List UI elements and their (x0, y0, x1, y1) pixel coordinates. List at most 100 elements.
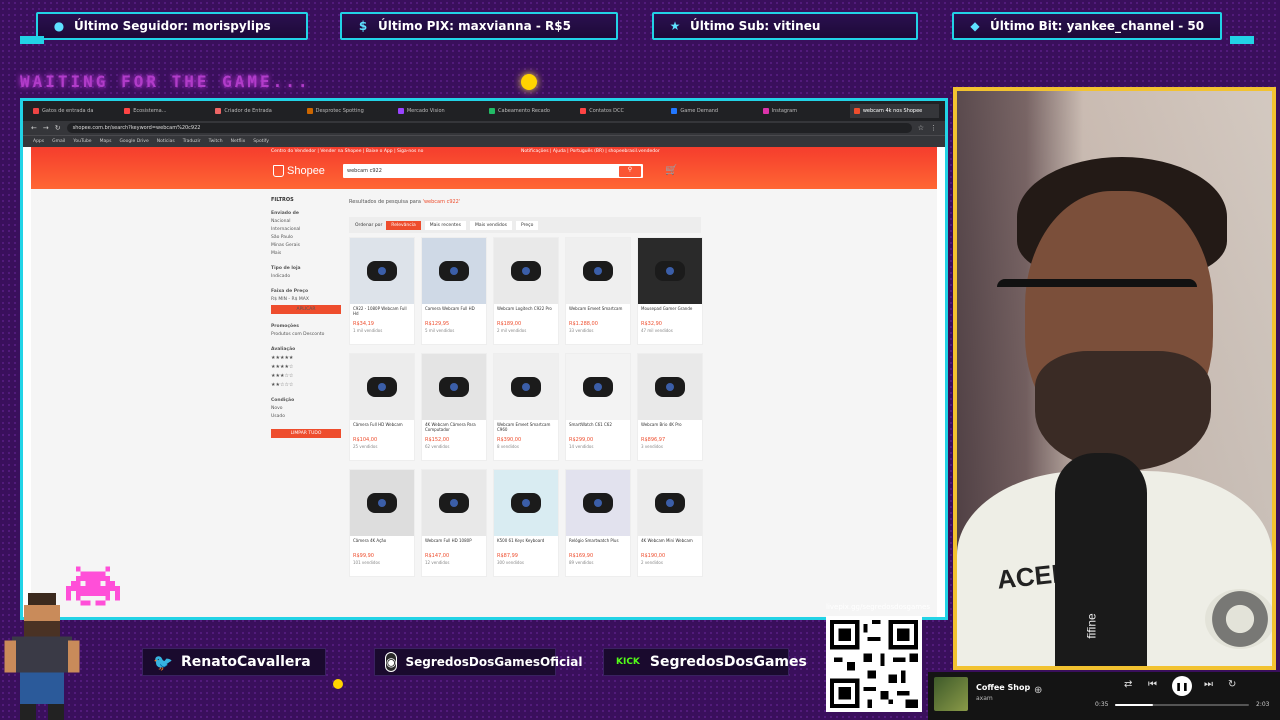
product-card[interactable]: Camera Webcam Full HD R$129,95 5 mil vendi… (421, 237, 487, 345)
filter-option[interactable]: Novo (271, 406, 341, 411)
filter-option[interactable]: Produtos com Desconto (271, 332, 341, 337)
bookmark[interactable]: Spotify (253, 139, 269, 144)
browser-tab[interactable]: Contatos DCC (576, 104, 665, 118)
bookmark[interactable]: Traduzir (183, 139, 201, 144)
header-right-links[interactable]: Notificações | Ajuda | Português (BR) | … (521, 149, 660, 154)
product-card[interactable]: Relógio Smartwatch Plus R$169,90 89 vendid… (565, 469, 631, 577)
sort-option[interactable]: Relevância (386, 220, 421, 230)
browser-tab-active[interactable]: webcam 4k nos Shopee (849, 104, 940, 118)
product-image (566, 238, 630, 304)
clear-all-button[interactable]: LIMPAR TUDO (271, 429, 341, 438)
browser-tab[interactable]: Instagram (759, 104, 848, 118)
product-card[interactable]: C922 - 1080P Webcam Full Hd R$34,19 1 mil … (349, 237, 415, 345)
product-sold: 2 mil vendidos (497, 328, 527, 333)
product-card[interactable]: K500 61 Keys Keyboard R$87,99 300 vendidos (493, 469, 559, 577)
filter-option[interactable]: Minas Gerais (271, 243, 341, 248)
menu-icon[interactable]: ⋮ (930, 124, 937, 132)
filter-option[interactable]: São Paulo (271, 235, 341, 240)
browser-tab[interactable]: Mercado Vision (394, 104, 483, 118)
browser-tab[interactable]: Cabeamento Recado (485, 104, 574, 118)
product-card[interactable]: Mousepad Gamer Grande R$32,90 47 mil vendi… (637, 237, 703, 345)
product-image (638, 470, 702, 536)
rating-stars[interactable]: ★★★★☆ (271, 364, 341, 370)
search-box: webcam c922 ⚲ (343, 164, 643, 178)
filter-option[interactable]: Indicado (271, 274, 341, 279)
sort-bar: Ordenar por Relevância Mais recentes Mai… (349, 217, 701, 233)
results-heading: Resultados de pesquisa para 'webcam c922… (349, 199, 461, 205)
search-button[interactable]: ⚲ (619, 165, 641, 177)
repeat-icon[interactable]: ↻ (1228, 679, 1236, 690)
filter-option[interactable]: Nacional (271, 219, 341, 224)
browser-tab[interactable]: Criador de Entrada (211, 104, 300, 118)
back-icon[interactable]: ← (31, 124, 37, 132)
filter-option[interactable]: Internacional (271, 227, 341, 232)
sort-option[interactable]: Preço (515, 220, 539, 230)
filter-option[interactable]: Mais (271, 251, 341, 256)
apply-button[interactable]: APLICAR (271, 305, 341, 314)
product-sold: 1 mil vendidos (353, 328, 383, 333)
product-name: Mousepad Gamer Grande (641, 306, 693, 311)
progress-bar[interactable] (1115, 704, 1249, 706)
browser-tab[interactable]: Ecosistema... (120, 104, 209, 118)
browser-tab[interactable]: Gatos de entrada da (29, 104, 118, 118)
bookmark[interactable]: Google Drive (119, 139, 148, 144)
product-card[interactable]: SmartWatch C61 C62 R$299,00 14 vendidos (565, 353, 631, 461)
add-icon[interactable]: ⊕ (1034, 685, 1042, 696)
webcam-icon (511, 261, 541, 281)
twitter-handle[interactable]: 🐦 RenatoCavallera (142, 648, 326, 676)
cart-icon[interactable]: 🛒 (665, 165, 677, 176)
search-input[interactable]: webcam c922 (343, 168, 619, 174)
shuffle-icon[interactable]: ⇄ (1124, 679, 1132, 690)
product-name: Webcam Emeet Smartcam C960 (497, 422, 551, 432)
product-name: Webcam Logitech C922 Pro (497, 306, 552, 311)
filter-option[interactable]: Usado (271, 414, 341, 419)
next-icon[interactable]: ⏭ (1204, 679, 1213, 690)
filter-group: Faixa de Preço R$ MIN - R$ MAX APLICAR (271, 289, 341, 314)
favicon-icon (489, 108, 496, 114)
url-input[interactable]: shopee.com.br/search?keyword=webcam%20c9… (66, 123, 912, 133)
header-links[interactable]: Centro do Vendedor | Vender na Shopee | … (271, 149, 423, 154)
bookmark[interactable]: Apps (33, 139, 44, 144)
bookmark[interactable]: Netflix (231, 139, 246, 144)
filter-group: Enviado de Nacional Internacional São Pa… (271, 211, 341, 256)
product-card[interactable]: Câmera 4K Ação R$99,90 101 vendidos (349, 469, 415, 577)
product-card[interactable]: Webcam Emeet Smartcam R$1.288,00 33 vendid… (565, 237, 631, 345)
shopee-header: Centro do Vendedor | Vender na Shopee | … (31, 147, 937, 189)
reload-icon[interactable]: ↻ (55, 124, 61, 132)
rating-stars[interactable]: ★★★★★ (271, 355, 341, 361)
product-price: R$34,19 (353, 321, 374, 327)
filter-group: Condição Novo Usado (271, 398, 341, 419)
bookmark[interactable]: Maps (100, 139, 112, 144)
bookmark[interactable]: YouTube (73, 139, 91, 144)
pause-button[interactable]: ❚❚ (1172, 676, 1192, 696)
product-card[interactable]: Câmera Full HD Webcam R$104,00 25 vendidos (349, 353, 415, 461)
rating-stars[interactable]: ★★★☆☆ (271, 373, 341, 379)
product-card[interactable]: 4K Webcam Câmera Para Computador R$152,00… (421, 353, 487, 461)
kick-handle[interactable]: KICK SegredosDosGames (603, 648, 807, 676)
product-sold: 14 vendidos (569, 444, 594, 449)
instagram-handle[interactable]: ◉ SegredosDosGamesOficial (374, 648, 583, 676)
sort-option[interactable]: Mais recentes (424, 220, 466, 230)
product-card[interactable]: Webcam Brio 4K Pro R$896,97 3 vendidos (637, 353, 703, 461)
browser-tab[interactable]: Desprotec Spotting (303, 104, 392, 118)
bookmark[interactable]: Gmail (52, 139, 65, 144)
product-card[interactable]: Webcam Full HD 1080P R$147,00 12 vendidos (421, 469, 487, 577)
product-card[interactable]: Webcam Logitech C922 Pro R$189,00 2 mil ve… (493, 237, 559, 345)
webcam-icon (655, 377, 685, 397)
product-name: Relógio Smartwatch Plus (569, 538, 619, 543)
product-name: K500 61 Keys Keyboard (497, 538, 545, 543)
qr-code[interactable] (826, 616, 922, 712)
browser-tab[interactable]: Game Demand (667, 104, 756, 118)
sort-option[interactable]: Mais vendidos (469, 220, 512, 230)
price-range-input[interactable]: R$ MIN - R$ MAX (271, 297, 341, 302)
product-card[interactable]: 4K Webcam Mini Webcam R$190,00 2 vendidos (637, 469, 703, 577)
previous-icon[interactable]: ⏮ (1148, 679, 1157, 690)
star-bookmark-icon[interactable]: ☆ (918, 124, 924, 132)
bookmark[interactable]: Notícias (157, 139, 175, 144)
shopee-logo[interactable]: Shopee (273, 165, 325, 177)
product-card[interactable]: Webcam Emeet Smartcam C960 R$390,00 8 vend… (493, 353, 559, 461)
webcam-icon (583, 261, 613, 281)
bookmark[interactable]: Twitch (209, 139, 223, 144)
rating-stars[interactable]: ★★☆☆☆ (271, 382, 341, 388)
forward-icon[interactable]: → (43, 124, 49, 132)
